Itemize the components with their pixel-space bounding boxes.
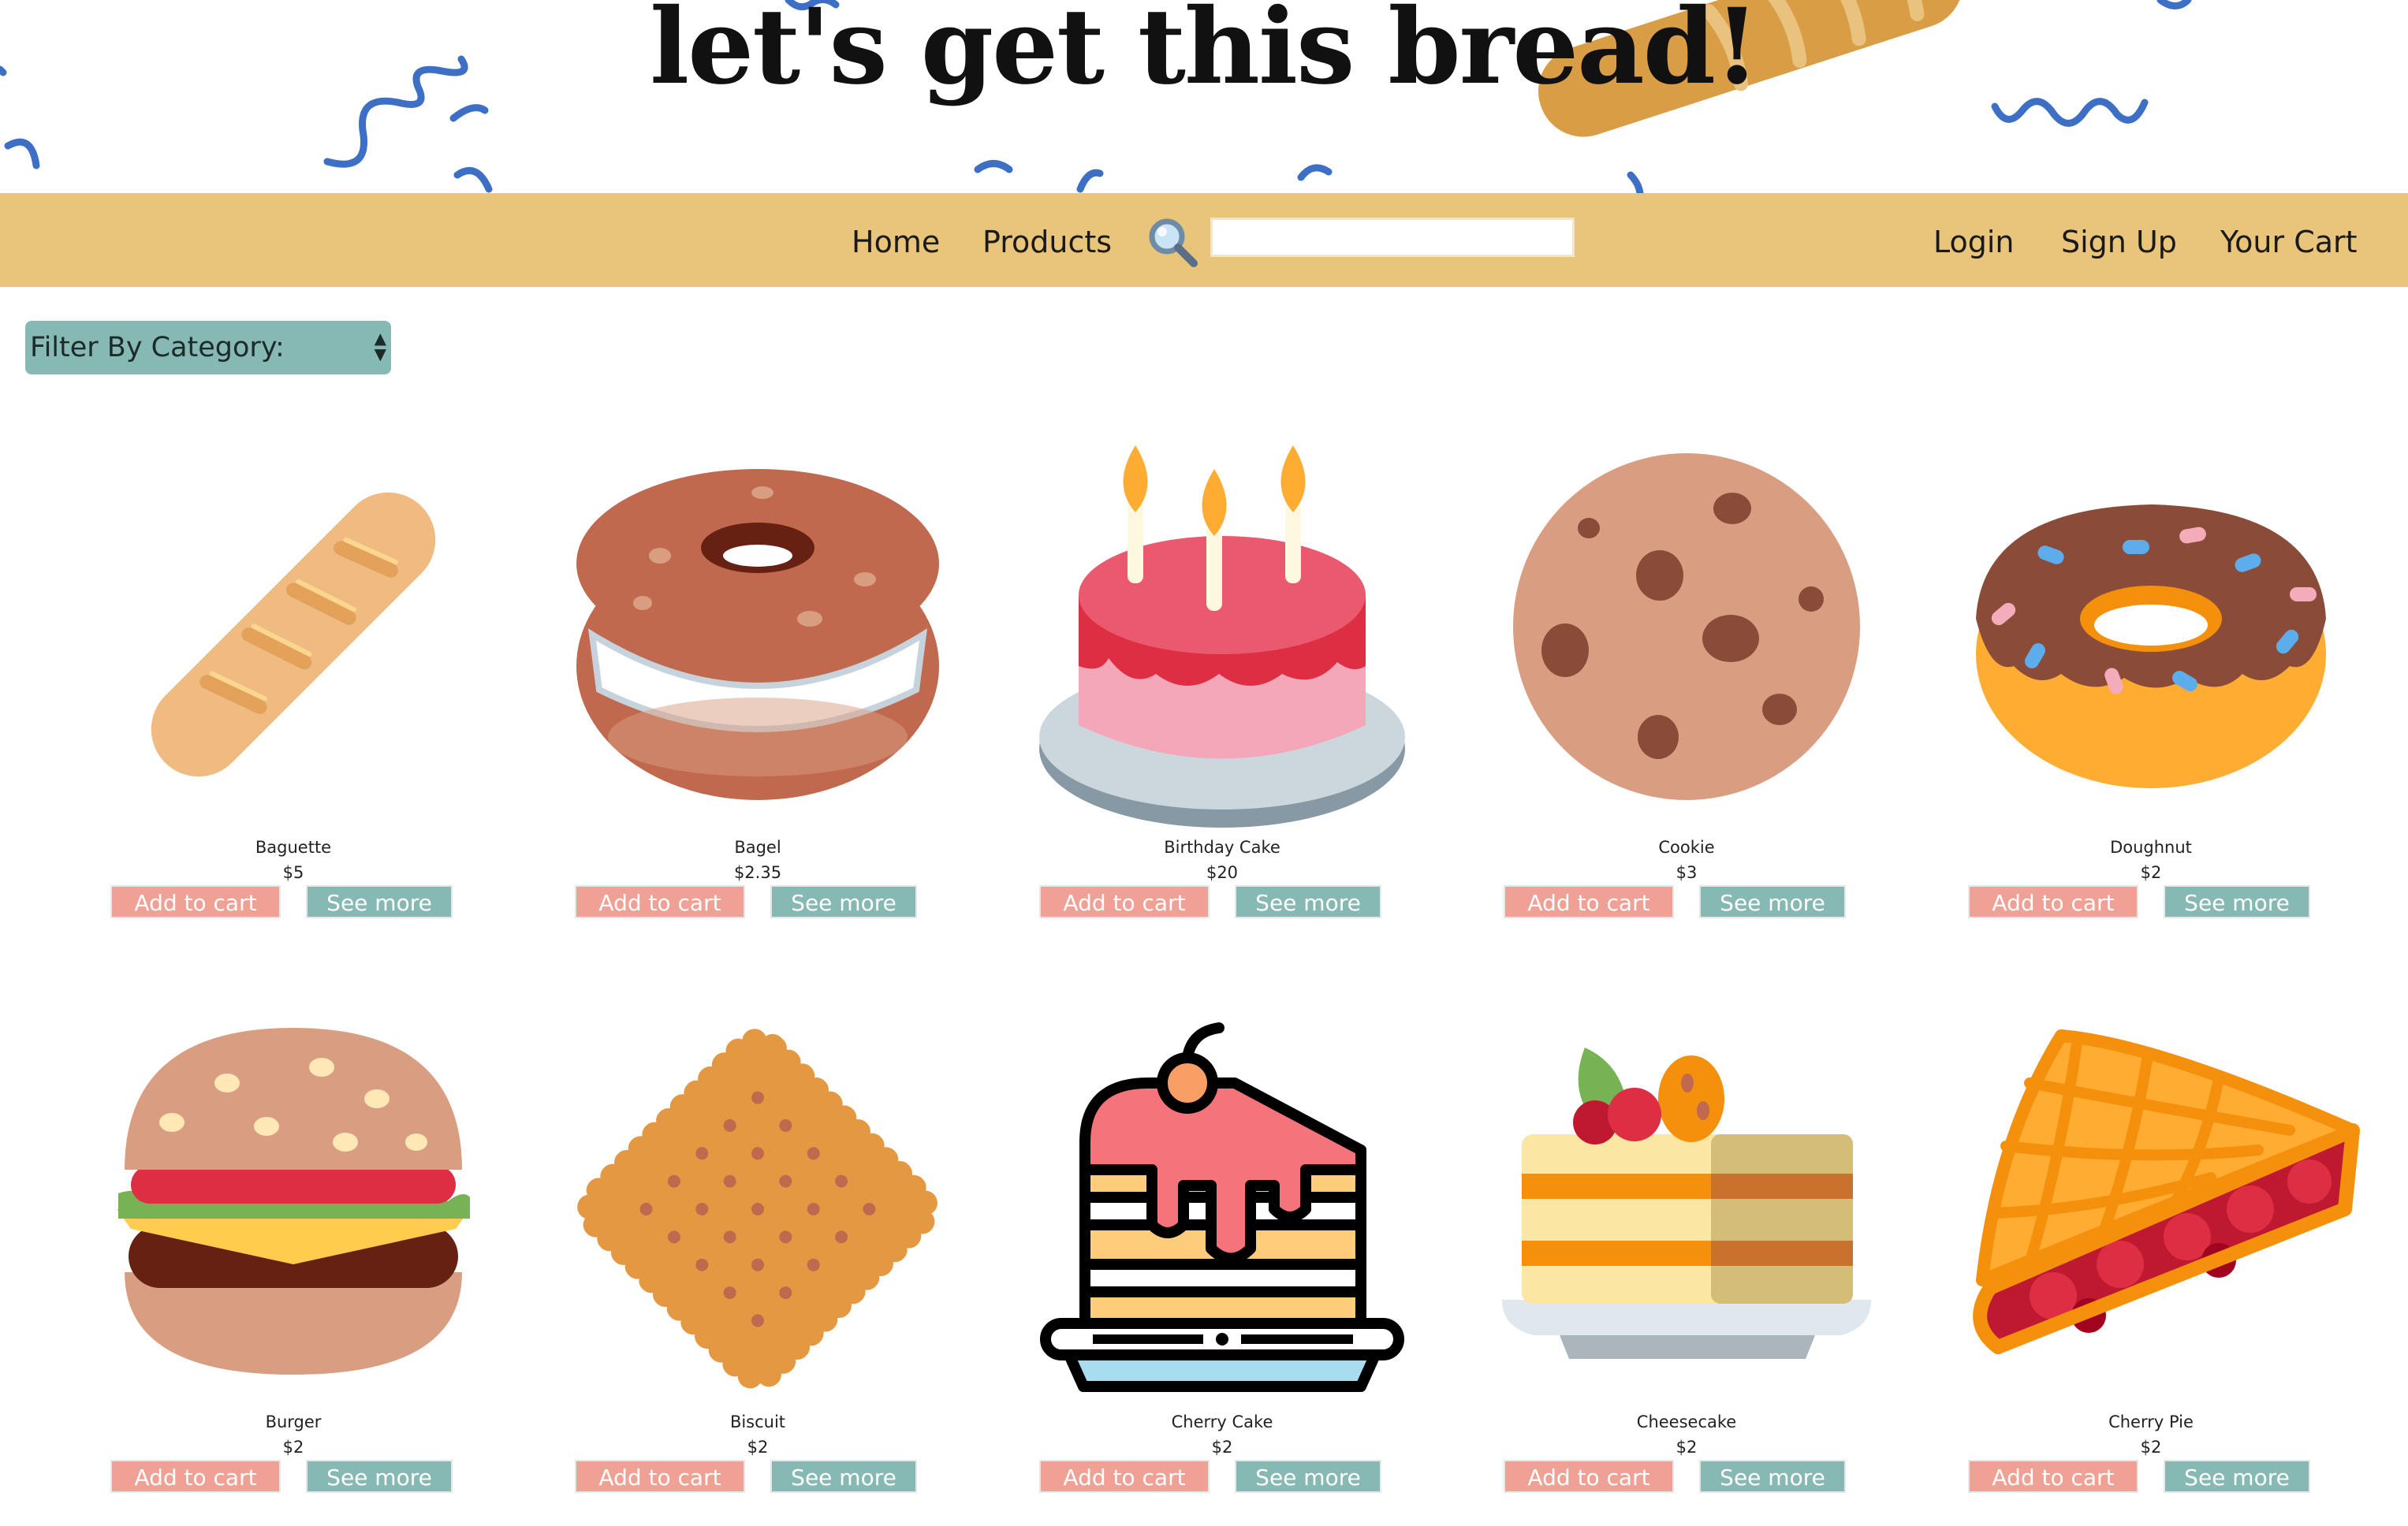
- biscuit-icon[interactable]: [526, 1012, 990, 1406]
- doughnut-icon[interactable]: [1919, 437, 2383, 832]
- product-name: Doughnut: [2110, 838, 2192, 857]
- product-name: Bagel: [734, 838, 781, 857]
- navbar: Home Products Login Sign Up Your Cart: [0, 193, 2408, 287]
- see-more-button[interactable]: See more: [306, 1460, 453, 1493]
- add-to-cart-button[interactable]: Add to cart: [575, 1460, 745, 1493]
- product-price: $2: [747, 1438, 769, 1457]
- filter-label: Filter By Category:: [30, 332, 285, 363]
- see-more-button[interactable]: See more: [2164, 1460, 2310, 1493]
- add-to-cart-button[interactable]: Add to cart: [1039, 885, 1210, 918]
- cherry-pie-icon[interactable]: [1919, 1012, 2383, 1406]
- product-price: $3: [1676, 863, 1698, 882]
- search-icon[interactable]: [1145, 214, 1200, 270]
- add-to-cart-button[interactable]: Add to cart: [110, 1460, 281, 1493]
- nav-products-link[interactable]: Products: [982, 225, 1112, 259]
- add-to-cart-button[interactable]: Add to cart: [1504, 1460, 1674, 1493]
- nav-signup-link[interactable]: Sign Up: [2061, 225, 2177, 259]
- product-price: $2: [2140, 1438, 2162, 1457]
- product-price: $20: [1206, 863, 1239, 882]
- select-arrows-icon: ▲ ▼: [374, 329, 386, 363]
- cookie-icon[interactable]: [1455, 437, 1918, 832]
- product-name: Cherry Pie: [2108, 1412, 2194, 1431]
- see-more-button[interactable]: See more: [1235, 885, 1381, 918]
- cheesecake-icon[interactable]: [1455, 1012, 1918, 1406]
- birthday-cake-icon[interactable]: [990, 437, 1454, 832]
- product-name: Biscuit: [729, 1412, 786, 1431]
- see-more-button[interactable]: See more: [1235, 1460, 1381, 1493]
- burger-icon[interactable]: [62, 1012, 525, 1406]
- see-more-button[interactable]: See more: [770, 1460, 917, 1493]
- product-name: Cookie: [1658, 838, 1715, 857]
- add-to-cart-button[interactable]: Add to cart: [1039, 1460, 1210, 1493]
- add-to-cart-button[interactable]: Add to cart: [1968, 885, 2138, 918]
- bagel-icon[interactable]: [526, 437, 990, 832]
- see-more-button[interactable]: See more: [1699, 1460, 1846, 1493]
- category-filter-select[interactable]: Filter By Category: ▲ ▼: [25, 321, 391, 374]
- baguette-icon[interactable]: [62, 437, 525, 832]
- see-more-button[interactable]: See more: [306, 885, 453, 918]
- add-to-cart-button[interactable]: Add to cart: [1504, 885, 1674, 918]
- cherry-cake-icon[interactable]: [990, 1012, 1454, 1406]
- see-more-button[interactable]: See more: [2164, 885, 2310, 918]
- product-price: $2.35: [733, 863, 782, 882]
- nav-login-link[interactable]: Login: [1933, 225, 2015, 259]
- header-banner: let's get this bread!: [0, 0, 2408, 193]
- add-to-cart-button[interactable]: Add to cart: [1968, 1460, 2138, 1493]
- see-more-button[interactable]: See more: [770, 885, 917, 918]
- add-to-cart-button[interactable]: Add to cart: [110, 885, 281, 918]
- product-price: $2: [1676, 1438, 1698, 1457]
- site-title: let's get this bread!: [650, 0, 1760, 108]
- product-price: $2: [282, 1438, 304, 1457]
- product-name: Burger: [265, 1412, 322, 1431]
- see-more-button[interactable]: See more: [1699, 885, 1846, 918]
- search-input[interactable]: [1210, 218, 1575, 257]
- product-price: $2: [1211, 1438, 1233, 1457]
- product-name: Cheesecake: [1636, 1412, 1737, 1431]
- product-price: $2: [2140, 863, 2162, 882]
- product-name: Baguette: [255, 838, 332, 857]
- add-to-cart-button[interactable]: Add to cart: [575, 885, 745, 918]
- product-name: Birthday Cake: [1164, 838, 1280, 857]
- nav-cart-link[interactable]: Your Cart: [2220, 225, 2358, 259]
- nav-home-link[interactable]: Home: [852, 225, 940, 259]
- product-name: Cherry Cake: [1171, 1412, 1273, 1431]
- product-price: $5: [282, 863, 304, 882]
